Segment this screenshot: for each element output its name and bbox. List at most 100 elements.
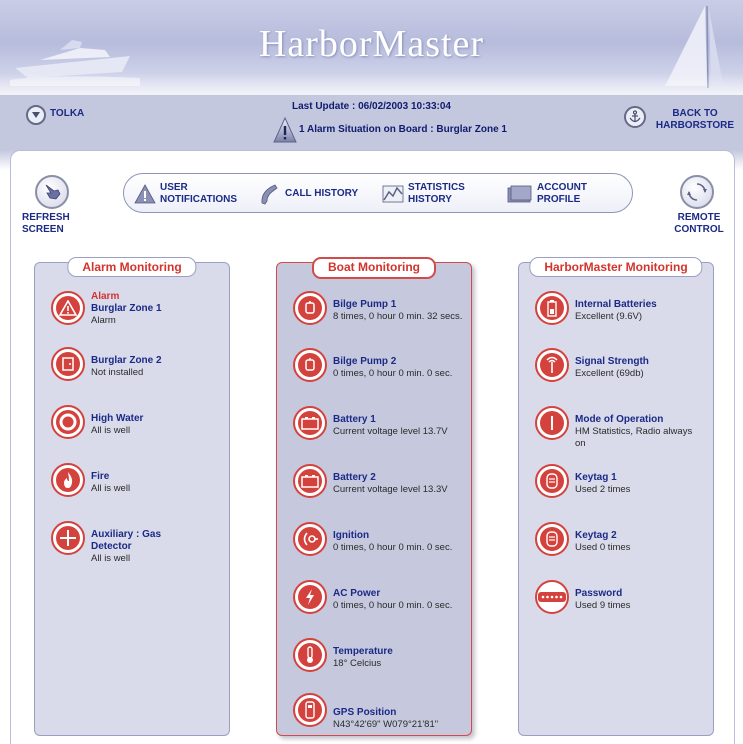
status-indicator — [293, 638, 327, 672]
refresh-screen-label[interactable]: REFRESH SCREEN — [22, 212, 82, 236]
item-name: AC Power — [333, 588, 381, 599]
password-icon — [541, 595, 563, 599]
alarm-flag: Alarm — [91, 291, 120, 302]
item-name: Bilge Pump 1 — [333, 299, 397, 310]
item-name: High Water — [91, 413, 144, 424]
tab-label-line2: HISTORY — [408, 194, 452, 205]
status-indicator — [293, 348, 327, 382]
item-name: Auxiliary : Gas Detector — [91, 529, 162, 552]
refresh-label-line1: REFRESH — [22, 212, 70, 223]
item-name: Keytag 1 — [575, 472, 617, 483]
refresh-arrows-icon — [687, 183, 707, 201]
item-name: GPS Position — [333, 707, 397, 718]
panel-title: HarborMaster Monitoring — [529, 257, 703, 277]
item-name: Fire — [91, 471, 110, 482]
lightning-icon — [306, 589, 314, 605]
hand-pointer-icon — [45, 184, 61, 200]
warning-icon — [273, 117, 297, 143]
status-indicator — [535, 348, 569, 382]
battery-icon — [301, 417, 319, 430]
status-indicator — [535, 580, 569, 614]
warning-icon — [134, 184, 156, 204]
item-name: Signal Strength — [575, 356, 649, 367]
harbormaster-monitoring-panel: HarborMaster Monitoring Internal Batteri… — [518, 257, 714, 736]
item-name: Keytag 2 — [575, 530, 617, 541]
item-name: Password — [575, 588, 623, 599]
item-status: 18° Celcius — [333, 658, 382, 669]
item-name: Internal Batteries — [575, 299, 657, 310]
status-indicator — [51, 291, 85, 325]
item-status: Excellent (9.6V) — [575, 311, 643, 322]
item-name: Ignition — [333, 530, 370, 541]
item-status: N43°42'69" W079°21'81" — [333, 719, 439, 730]
tab-account-profile[interactable]: ACCOUNT PROFILE — [507, 174, 587, 214]
item-name: Bilge Pump 2 — [333, 356, 397, 367]
thermometer-icon — [307, 646, 313, 663]
back-to-harborstore-label[interactable]: BACK TO HARBORSTORE — [655, 108, 735, 132]
status-indicator — [293, 580, 327, 614]
item-status: Excellent (69db) — [575, 368, 644, 379]
lifebuoy-icon — [59, 413, 77, 431]
item-name: Mode of Operation — [575, 414, 664, 425]
item-status: Used 2 times — [575, 484, 631, 495]
back-to-harborstore-button[interactable] — [624, 106, 646, 128]
panel-title: Alarm Monitoring — [67, 257, 197, 277]
battery-icon — [301, 475, 319, 488]
folder-icon — [507, 185, 532, 203]
cross-icon — [60, 530, 76, 546]
remote-label-line1: REMOTE — [677, 212, 721, 223]
tab-call-history[interactable]: CALL HISTORY — [259, 174, 358, 214]
keytag-icon — [546, 473, 558, 489]
pump-icon — [305, 358, 315, 371]
navigation-bar: USER NOTIFICATIONS CALL HISTORY STATISTI… — [123, 173, 633, 213]
gps-icon — [305, 701, 315, 719]
status-indicator — [293, 406, 327, 440]
panel-title: Boat Monitoring — [312, 257, 436, 279]
tab-label-line1: STATISTICS — [408, 182, 465, 193]
alarm-notice[interactable]: 1 Alarm Situation on Board : Burglar Zon… — [299, 124, 507, 136]
tab-label-line2: PROFILE — [537, 194, 581, 205]
status-indicator — [51, 521, 85, 555]
item-status: Current voltage level 13.7V — [333, 426, 448, 437]
phone-icon — [261, 184, 278, 205]
antenna-icon — [546, 356, 558, 373]
status-indicator — [51, 405, 85, 439]
mode-icon — [551, 416, 553, 430]
tab-user-notifications[interactable]: USER NOTIFICATIONS — [134, 174, 237, 214]
remote-control-label[interactable]: REMOTE CONTROL — [664, 212, 734, 236]
item-status: 0 times, 0 hour 0 min. 0 sec. — [333, 368, 453, 379]
status-indicator — [293, 522, 327, 556]
tab-statistics-history[interactable]: STATISTICS HISTORY — [382, 174, 465, 214]
status-indicator — [535, 406, 569, 440]
anchor-icon — [629, 110, 641, 123]
remote-label-line2: CONTROL — [674, 224, 724, 235]
internal-battery-icon — [547, 300, 557, 317]
item-status: 0 times, 0 hour 0 min. 0 sec. — [333, 600, 453, 611]
refresh-screen-button[interactable] — [35, 175, 69, 209]
remote-control-button[interactable] — [680, 175, 714, 209]
header-wave — [0, 73, 743, 95]
item-status: All is well — [91, 425, 131, 436]
warning-icon — [59, 300, 77, 316]
tab-label-line1: CALL HISTORY — [285, 188, 359, 199]
item-status: Used 0 times — [575, 542, 631, 553]
item-status: 0 times, 0 hour 0 min. 0 sec. — [333, 542, 453, 553]
status-indicator — [293, 291, 327, 325]
chart-icon — [382, 185, 404, 203]
item-status: Alarm — [91, 315, 116, 326]
alarm-monitoring-panel: Alarm Monitoring Alarm Burglar Zone 1 Al… — [34, 257, 230, 736]
item-status: All is well — [91, 483, 131, 494]
pump-icon — [305, 301, 315, 314]
item-status: All is well — [91, 553, 131, 564]
app-title: HarborMaster — [258, 23, 485, 65]
item-name: Burglar Zone 2 — [91, 355, 162, 366]
status-indicator — [535, 522, 569, 556]
status-indicator — [51, 347, 85, 381]
back-label-line1: BACK TO — [672, 108, 718, 119]
item-name: Battery 2 — [333, 472, 376, 483]
item-name: Battery 1 — [333, 414, 376, 425]
back-label-line2: HARBORSTORE — [655, 120, 735, 131]
item-status: Not installed — [91, 367, 144, 378]
boat-monitoring-panel: Boat Monitoring Bilge Pump 1 8 times, 0 … — [276, 257, 472, 736]
tab-label-line2: NOTIFICATIONS — [160, 194, 238, 205]
